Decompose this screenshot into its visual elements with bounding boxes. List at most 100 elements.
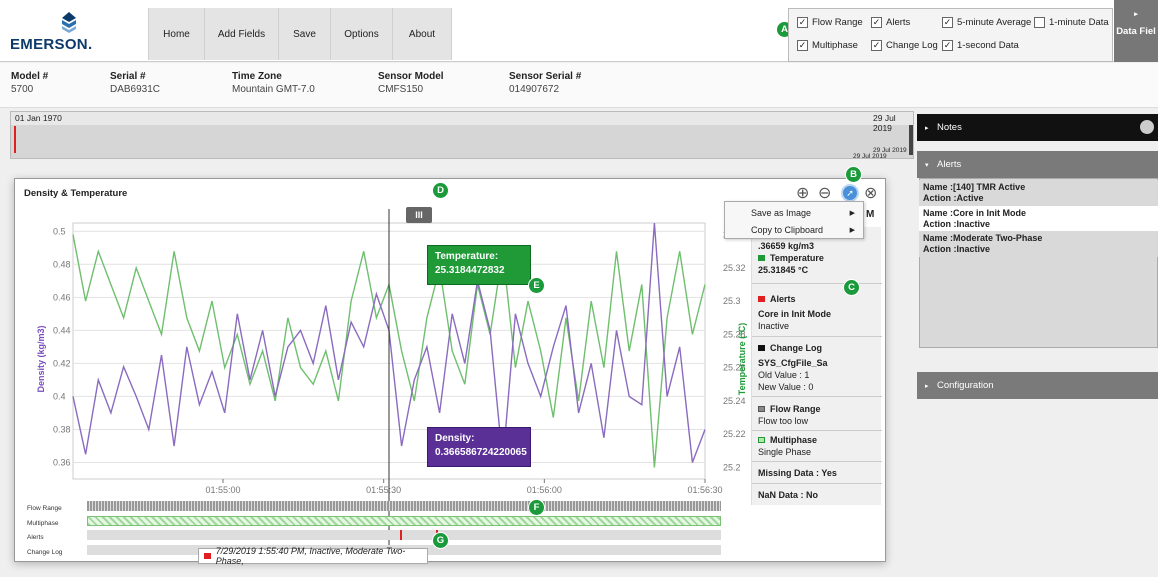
y-tick-label: 0.48 bbox=[53, 259, 71, 269]
info-label: Serial # bbox=[110, 71, 146, 82]
chevron-right-icon: ▶ bbox=[849, 226, 855, 234]
info-sensor-serial: Sensor Serial # 014907672 bbox=[509, 71, 581, 95]
alerts-swatch-icon bbox=[758, 296, 765, 302]
checkbox-box[interactable] bbox=[1034, 17, 1045, 28]
notes-label: Notes bbox=[937, 122, 962, 133]
timeline-end-label-3: 29 Jul 2019 bbox=[853, 153, 887, 160]
band-label-change-log: Change Log bbox=[27, 549, 63, 556]
y2-axis-label: Temperature (°C) bbox=[737, 323, 747, 395]
nav-about-button[interactable]: About bbox=[392, 8, 452, 60]
checkbox-change-log[interactable]: ✓ Change Log bbox=[871, 40, 938, 51]
legend-multiphase-header: Multiphase bbox=[758, 434, 817, 446]
legend-temperature-value: 25.31845 °C bbox=[758, 265, 809, 275]
export-context-menu: Save as Image ▶ Copy to Clipboard ▶ bbox=[724, 201, 864, 239]
zoom-out-icon[interactable]: ⊖ bbox=[818, 183, 831, 203]
checkbox-flow-range[interactable]: ✓ Flow Range bbox=[797, 17, 863, 28]
alert-name: Name :[140] TMR Active bbox=[923, 182, 1026, 192]
flow-range-band[interactable] bbox=[87, 501, 721, 511]
notes-section-header[interactable]: ▸ Notes bbox=[917, 114, 1158, 141]
zoom-in-icon[interactable]: ⊕ bbox=[796, 183, 809, 203]
y2-tick-label: 25.32 bbox=[723, 263, 746, 273]
alert-item[interactable]: Name :Moderate Two-Phase Action :Inactive bbox=[919, 231, 1158, 257]
legend-alerts-label: Alerts bbox=[770, 294, 796, 304]
timeline-start-label: 01 Jan 1970 bbox=[15, 113, 62, 123]
configuration-section-header[interactable]: ▸ Configuration bbox=[917, 372, 1158, 399]
timeline-window-handle[interactable] bbox=[909, 125, 913, 155]
alert-action: Action :Active bbox=[923, 193, 984, 203]
legend-divider bbox=[752, 430, 882, 431]
checkbox-box[interactable]: ✓ bbox=[871, 40, 882, 51]
alert-item[interactable]: Name :[140] TMR Active Action :Active bbox=[919, 180, 1158, 206]
legend-flowrange-header: Flow Range bbox=[758, 403, 821, 415]
legend-flowrange-label: Flow Range bbox=[770, 404, 821, 414]
alert-action: Action :Inactive bbox=[923, 244, 991, 254]
legend-alerts-name: Core in Init Mode bbox=[758, 309, 831, 319]
timeline-overview[interactable]: 01 Jan 1970 29 Jul 2019 29 Jul 2019 29 J… bbox=[10, 111, 914, 160]
band-label-multiphase: Multiphase bbox=[27, 520, 59, 527]
callout-marker-f: F bbox=[528, 499, 545, 516]
y2-tick-label: 25.2 bbox=[723, 462, 741, 472]
alert-action: Action :Inactive bbox=[923, 219, 991, 229]
checkbox-1-minute-data[interactable]: 1-minute Data bbox=[1034, 17, 1109, 28]
info-label: Sensor Serial # bbox=[509, 71, 582, 82]
alert-marker[interactable] bbox=[400, 530, 402, 540]
y-tick-label: 0.42 bbox=[53, 358, 71, 368]
y2-tick-label: 25.22 bbox=[723, 429, 746, 439]
legend-divider bbox=[752, 483, 882, 484]
timeline-alert-tick bbox=[14, 126, 16, 153]
legend-alerts-header: Alerts bbox=[758, 293, 796, 305]
menu-item-copy-to-clipboard[interactable]: Copy to Clipboard ▶ bbox=[725, 221, 863, 238]
emerson-logo: EMERSON. bbox=[10, 10, 130, 54]
notes-edit-icon[interactable] bbox=[1140, 120, 1154, 134]
checkbox-label: Flow Range bbox=[812, 17, 863, 28]
chevron-right-icon: ▶ bbox=[849, 209, 855, 217]
callout-marker-e: E bbox=[528, 277, 545, 294]
multiphase-swatch-icon bbox=[758, 437, 765, 443]
checkbox-multiphase[interactable]: ✓ Multiphase bbox=[797, 40, 858, 51]
checkbox-box[interactable]: ✓ bbox=[797, 40, 808, 51]
data-fields-tab[interactable]: ▸ Data Fiel bbox=[1114, 0, 1158, 62]
checkbox-label: 5-minute Average bbox=[957, 17, 1032, 28]
x-tick-label: 01:56:30 bbox=[687, 485, 722, 495]
alert-item-selected[interactable]: Name :Core in Init Mode Action :Inactive bbox=[919, 206, 1158, 232]
info-sensor-model: Sensor Model CMFS150 bbox=[378, 71, 444, 95]
legend-nan-data: NaN Data : No bbox=[758, 490, 819, 500]
chevron-down-icon: ▾ bbox=[925, 161, 929, 169]
checkbox-box[interactable]: ✓ bbox=[942, 40, 953, 51]
nav-add-fields-button[interactable]: Add Fields bbox=[204, 8, 278, 60]
chevron-right-icon: ▸ bbox=[1134, 11, 1138, 18]
x-tick-label: 01:55:30 bbox=[366, 485, 401, 495]
alert-hover-tooltip: 7/29/2019 1:55:40 PM, Inactive, Moderate… bbox=[198, 546, 428, 566]
alert-name: Name :Core in Init Mode bbox=[923, 208, 1027, 218]
hover-tip-text: 7/29/2019 1:55:40 PM, Inactive, Moderate… bbox=[215, 546, 406, 566]
x-tick-label: 01:55:00 bbox=[205, 485, 240, 495]
checkbox-box[interactable]: ✓ bbox=[797, 17, 808, 28]
export-options-icon[interactable]: ➚ bbox=[841, 184, 859, 202]
y-tick-label: 0.44 bbox=[53, 325, 71, 335]
close-icon[interactable]: ⊗ bbox=[864, 183, 877, 203]
y-tick-label: 0.46 bbox=[53, 292, 71, 302]
tooltip-value: 0.366586724220065 bbox=[435, 447, 527, 458]
callout-marker-c: C bbox=[843, 279, 860, 296]
checkbox-box[interactable]: ✓ bbox=[871, 17, 882, 28]
checkbox-1-second-data[interactable]: ✓ 1-second Data bbox=[942, 40, 1019, 51]
legend-divider bbox=[752, 283, 882, 284]
nav-home-button[interactable]: Home bbox=[148, 8, 204, 60]
menu-item-save-as-image[interactable]: Save as Image ▶ bbox=[725, 204, 863, 221]
callout-marker-g: G bbox=[432, 532, 449, 549]
nav-options-button[interactable]: Options bbox=[330, 8, 392, 60]
checkbox-alerts[interactable]: ✓ Alerts bbox=[871, 17, 910, 28]
legend-changelog-label: Change Log bbox=[770, 343, 822, 353]
callout-marker-b: B bbox=[845, 166, 862, 183]
pause-handle-button[interactable]: III bbox=[406, 207, 432, 223]
checkbox-box[interactable]: ✓ bbox=[942, 17, 953, 28]
alerts-section-header[interactable]: ▾ Alerts bbox=[917, 151, 1158, 178]
alerts-band[interactable] bbox=[87, 530, 721, 540]
info-label: Model # bbox=[11, 71, 49, 82]
info-serial: Serial # DAB6931C bbox=[110, 71, 160, 95]
timeline-end-label: 29 Jul 2019 bbox=[873, 113, 896, 133]
checkbox-5-minute-average[interactable]: ✓ 5-minute Average bbox=[942, 17, 1031, 28]
legend-partial-header: M bbox=[866, 209, 875, 220]
multiphase-band[interactable] bbox=[87, 516, 721, 526]
nav-save-button[interactable]: Save bbox=[278, 8, 330, 60]
